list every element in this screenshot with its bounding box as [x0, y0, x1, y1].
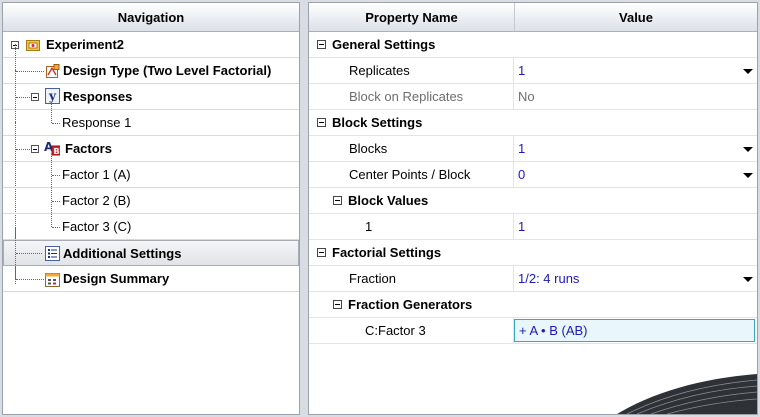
svg-text:y: y: [48, 89, 57, 103]
tree-item-response-1[interactable]: Response 1: [3, 102, 299, 136]
collapse-icon[interactable]: [317, 248, 326, 257]
tree-item-factors[interactable]: AB Factors: [3, 122, 299, 284]
tree-label-factor-2: Factor 2 (B): [62, 193, 131, 208]
property-value-block-1[interactable]: 1: [514, 214, 757, 239]
collapse-icon[interactable]: [31, 93, 39, 101]
dropdown-arrow-icon[interactable]: [743, 173, 753, 178]
tree-label-design-type: Design Type (Two Level Factorial): [63, 63, 272, 78]
property-name: Center Points / Block: [309, 162, 514, 187]
category-factorial-settings[interactable]: Factorial Settings: [309, 240, 757, 266]
tree-item-experiment[interactable]: Experiment2: [3, 32, 299, 58]
dropdown-arrow-icon[interactable]: [743, 277, 753, 282]
category-title: Block Settings: [332, 115, 423, 130]
tree-item-design-summary[interactable]: Design Summary: [3, 252, 299, 292]
property-row-blocks[interactable]: Blocks 1: [309, 136, 757, 162]
dropdown-arrow-icon[interactable]: [743, 69, 753, 74]
summary-calendar-icon: [44, 271, 60, 287]
tree-label-experiment: Experiment2: [46, 37, 125, 52]
dropdown-arrow-icon[interactable]: [743, 147, 753, 152]
property-value-fraction[interactable]: 1/2: 4 runs: [514, 266, 757, 291]
collapse-icon[interactable]: [317, 118, 326, 127]
tree-label-factor-1: Factor 1 (A): [62, 167, 131, 182]
property-name: Block on Replicates: [309, 84, 514, 109]
property-value-block-on-replicates: No: [518, 89, 535, 104]
tree-label-factors: Factors: [65, 141, 112, 156]
response-y-icon: y: [44, 88, 60, 104]
property-name: Replicates: [309, 58, 514, 83]
tree-label-factor-3: Factor 3 (C): [62, 219, 132, 234]
category-title: Factorial Settings: [332, 245, 442, 260]
tree-label-additional-settings: Additional Settings: [63, 245, 182, 261]
navigation-panel: Navigation Experiment2 Design Type (Two …: [2, 2, 300, 415]
tree-label-design-summary: Design Summary: [63, 271, 170, 286]
property-value-replicates[interactable]: 1: [514, 58, 757, 83]
tree-item-additional-settings[interactable]: Additional Settings: [3, 227, 299, 266]
tree-label-responses: Responses: [63, 89, 133, 104]
property-name: C:Factor 3: [309, 318, 514, 343]
property-name: Blocks: [309, 136, 514, 161]
property-name: Fraction: [309, 266, 514, 291]
grid-header: Property Name Value: [309, 3, 757, 32]
subcategory-block-values[interactable]: Block Values: [309, 188, 757, 214]
column-header-property-name[interactable]: Property Name: [309, 3, 515, 31]
experiment-folder-icon: [25, 37, 41, 53]
category-block-settings[interactable]: Block Settings: [309, 110, 757, 136]
property-name: 1: [309, 214, 514, 239]
tree-item-responses[interactable]: y Responses: [3, 70, 299, 148]
property-row-fraction[interactable]: Fraction 1/2: 4 runs: [309, 266, 757, 292]
property-row-replicates[interactable]: Replicates 1: [309, 58, 757, 84]
column-header-value[interactable]: Value: [515, 3, 757, 31]
svg-text:B: B: [54, 147, 60, 156]
property-value-text: 1/2: 4 runs: [518, 271, 580, 286]
tree-item-factor-1[interactable]: Factor 1 (A): [3, 154, 299, 227]
decorative-swoosh: [617, 374, 757, 414]
property-value-text: 1: [518, 141, 526, 156]
collapse-icon[interactable]: [333, 300, 342, 309]
property-row-block-value-1[interactable]: 1 1: [309, 214, 757, 240]
property-value-text: 1: [518, 63, 526, 78]
factors-ab-icon: AB: [44, 140, 60, 156]
property-value-generator-c[interactable]: + A • B (AB): [514, 319, 755, 342]
tree-item-factor-3[interactable]: Factor 3 (C): [3, 214, 299, 240]
property-row-block-on-replicates: Block on Replicates No: [309, 84, 757, 110]
collapse-icon[interactable]: [31, 145, 39, 153]
property-value-text: 0: [518, 167, 526, 182]
subcategory-title: Block Values: [348, 193, 429, 208]
property-row-generator-c[interactable]: C:Factor 3 + A • B (AB): [309, 318, 757, 344]
property-grid: Property Name Value General Settings Rep…: [308, 2, 758, 415]
collapse-icon[interactable]: [333, 196, 342, 205]
property-value-center-points[interactable]: 0: [514, 162, 757, 187]
tree-label-response-1: Response 1: [62, 115, 132, 130]
design-type-icon: [44, 63, 60, 79]
tree-item-design-type[interactable]: Design Type (Two Level Factorial): [3, 44, 299, 84]
property-value-blocks[interactable]: 1: [514, 136, 757, 161]
subcategory-fraction-generators[interactable]: Fraction Generators: [309, 292, 757, 318]
category-general-settings[interactable]: General Settings: [309, 32, 757, 58]
property-row-center-points[interactable]: Center Points / Block 0: [309, 162, 757, 188]
category-title: General Settings: [332, 37, 436, 52]
subcategory-title: Fraction Generators: [348, 297, 473, 312]
settings-list-icon: [44, 245, 60, 261]
collapse-icon[interactable]: [317, 40, 326, 49]
tree-item-factor-2[interactable]: Factor 2 (B): [3, 188, 299, 214]
navigation-header: Navigation: [3, 3, 299, 32]
